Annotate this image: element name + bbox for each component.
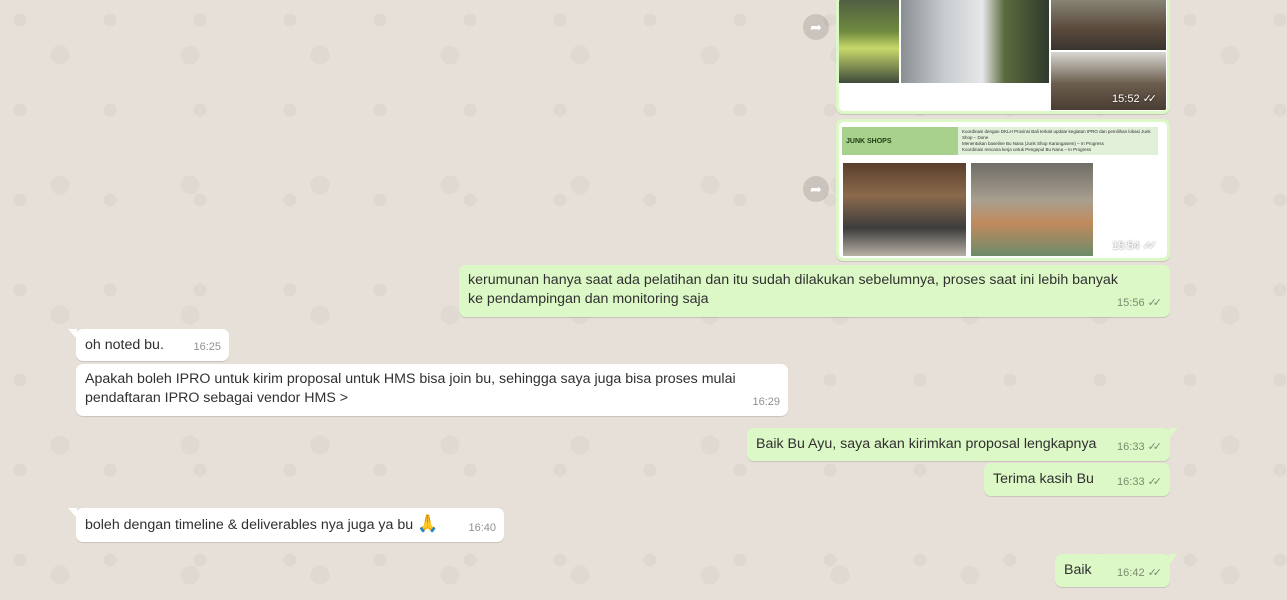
message-text: Baik Bu Ayu, saya akan kirimkan proposal… bbox=[756, 436, 1097, 452]
message-incoming[interactable]: oh noted bu. 16:25 bbox=[68, 329, 229, 361]
message-outgoing[interactable]: Terima kasih Bu 16:33 ✓✓ bbox=[984, 463, 1170, 496]
message-time: 16:29 bbox=[752, 396, 780, 408]
bubble-tail bbox=[68, 329, 77, 339]
folded-hands-emoji-icon: 🙏 bbox=[417, 514, 439, 533]
message-time: 16:40 bbox=[468, 522, 496, 534]
image-album-message[interactable]: 15:52 ✓✓ bbox=[836, 0, 1170, 114]
double-check-icon: ✓✓ bbox=[1142, 93, 1158, 105]
message-outgoing[interactable]: Baik 16:42 ✓✓ bbox=[1055, 554, 1178, 587]
message-time: 16:33 ✓✓ bbox=[1117, 473, 1162, 492]
double-check-icon: ✓✓ bbox=[1147, 567, 1163, 579]
bubble-tail bbox=[1169, 554, 1178, 564]
double-check-icon: ✓✓ bbox=[1147, 476, 1163, 488]
slide-bullet: Koordinasi dengan DKLH Provinsi Bali ter… bbox=[962, 129, 1151, 140]
photo-thumbnail[interactable] bbox=[971, 163, 1093, 256]
image-slide-message[interactable]: JUNK SHOPS Koordinasi dengan DKLH Provin… bbox=[836, 119, 1170, 261]
message-text: kerumunan hanya saat ada pelatihan dan i… bbox=[468, 272, 1118, 307]
message-time: 16:33 ✓✓ bbox=[1117, 438, 1162, 457]
message-time: 15:52 ✓✓ bbox=[1112, 92, 1158, 106]
message-time: 15:54 ✓✓ bbox=[1112, 239, 1158, 253]
message-text: boleh dengan timeline & deliverables nya… bbox=[85, 517, 414, 533]
message-text: Baik bbox=[1064, 562, 1092, 578]
message-time: 16:25 bbox=[193, 341, 221, 353]
message-time: 15:56 ✓✓ bbox=[1117, 294, 1162, 313]
double-check-icon: ✓✓ bbox=[1147, 297, 1163, 309]
message-incoming[interactable]: boleh dengan timeline & deliverables nya… bbox=[68, 508, 504, 542]
photo-thumbnail[interactable] bbox=[1051, 0, 1166, 50]
message-outgoing[interactable]: Baik Bu Ayu, saya akan kirimkan proposal… bbox=[747, 428, 1178, 461]
photo-thumbnail[interactable] bbox=[901, 0, 1049, 83]
message-text: Apakah boleh IPRO untuk kirim proposal u… bbox=[85, 371, 736, 406]
slide-image[interactable]: JUNK SHOPS Koordinasi dengan DKLH Provin… bbox=[839, 122, 1167, 258]
slide-heading: JUNK SHOPS bbox=[842, 127, 958, 155]
image-album[interactable]: 15:52 ✓✓ bbox=[839, 0, 1167, 111]
message-outgoing[interactable]: kerumunan hanya saat ada pelatihan dan i… bbox=[459, 265, 1170, 317]
message-time: 16:42 ✓✓ bbox=[1117, 564, 1162, 583]
slide-bullets: Koordinasi dengan DKLH Provinsi Bali ter… bbox=[958, 127, 1158, 155]
double-check-icon: ✓✓ bbox=[1142, 240, 1158, 252]
bubble-tail bbox=[1169, 428, 1178, 438]
forward-icon[interactable]: ➦ bbox=[803, 14, 829, 40]
slide-bullet: Koordinasi rencana kerja untuk Pengepul … bbox=[962, 147, 1092, 152]
photo-thumbnail[interactable] bbox=[843, 163, 966, 256]
bubble-tail bbox=[68, 508, 77, 518]
message-incoming[interactable]: Apakah boleh IPRO untuk kirim proposal u… bbox=[76, 364, 788, 416]
message-text: oh noted bu. bbox=[85, 337, 164, 353]
message-text: Terima kasih Bu bbox=[993, 471, 1094, 487]
photo-thumbnail[interactable] bbox=[839, 0, 899, 83]
double-check-icon: ✓✓ bbox=[1147, 441, 1163, 453]
forward-icon[interactable]: ➦ bbox=[803, 176, 829, 202]
